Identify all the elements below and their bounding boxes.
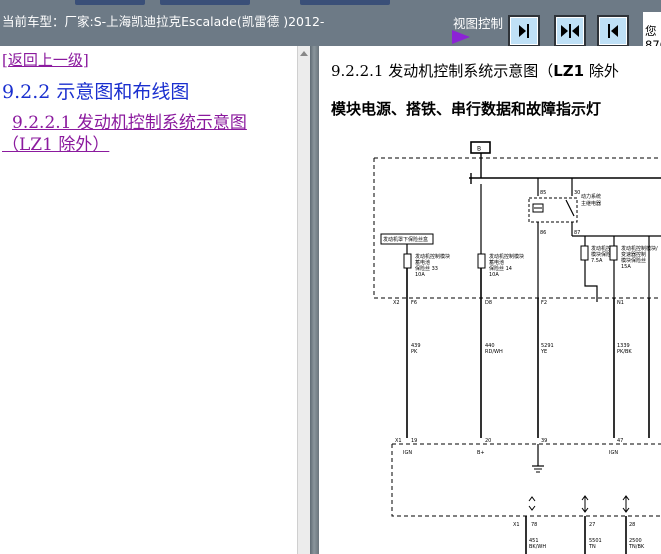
svg-text:蓄电池: 蓄电池 <box>415 259 430 266</box>
collapse-right-pane-button[interactable] <box>597 15 629 47</box>
svg-text:YE: YE <box>540 349 547 355</box>
relay-label-line1: 动力系统 <box>581 193 601 200</box>
svg-text:TN/BK: TN/BK <box>628 544 645 550</box>
svg-text:BK/WH: BK/WH <box>529 544 546 550</box>
document-title-prefix: 9.2.2.1 发动机控制系统示意图（ <box>331 62 554 80</box>
relay-pin-86: 86 <box>540 230 546 236</box>
svg-text:39: 39 <box>541 438 547 444</box>
section-title: 9.2.2 示意图和布线图 <box>2 81 190 103</box>
wiring-diagram: B 85 30 动力系统 主继电器 86 87 发动机罩下保险丝盒 发动机控制模… <box>373 141 661 554</box>
fuse-3 <box>580 245 589 261</box>
svg-text:PK: PK <box>411 349 418 355</box>
svg-text:TN: TN <box>588 544 596 550</box>
svg-text:D8: D8 <box>485 300 492 306</box>
arrow-bar-left-icon <box>608 24 618 38</box>
svg-text:27: 27 <box>589 522 595 528</box>
relay-label-line2: 主继电器 <box>581 200 601 207</box>
fuse-1 <box>403 253 412 269</box>
document-title-suffix: 除外 <box>584 62 619 80</box>
svg-text:蓄电池: 蓄电池 <box>489 259 504 266</box>
ecm-module-outline <box>391 443 661 517</box>
svg-text:15A: 15A <box>621 264 631 270</box>
top-tab[interactable] <box>75 0 145 5</box>
fuse-2 <box>477 253 486 269</box>
svg-text:19: 19 <box>411 438 417 444</box>
scroll-up-arrow-icon[interactable] <box>300 51 308 56</box>
svg-text:保险丝 14: 保险丝 14 <box>489 265 512 272</box>
battery-positive-label: B <box>477 146 481 153</box>
arrow-bar-right-icon <box>519 24 529 38</box>
svg-text:变速器控制: 变速器控制 <box>621 251 646 258</box>
split-both-panes-button[interactable] <box>554 15 586 47</box>
svg-text:20: 20 <box>485 438 491 444</box>
svg-text:28: 28 <box>629 522 635 528</box>
document-title: 9.2.2.1 发动机控制系统示意图（LZ1 除外 <box>331 60 619 81</box>
svg-text:发动机控制模块: 发动机控制模块 <box>415 253 450 260</box>
left-scrollbar[interactable] <box>297 46 310 554</box>
back-link[interactable]: [返回上一级] <box>2 49 89 70</box>
svg-text:78: 78 <box>531 522 537 528</box>
svg-text:保险丝 33: 保险丝 33 <box>415 265 438 272</box>
svg-text:IGN: IGN <box>609 450 618 456</box>
fuse-4 <box>609 245 618 261</box>
svg-text:7.5A: 7.5A <box>591 258 603 264</box>
user-info-line1: 您 <box>645 24 657 38</box>
svg-text:模块保险丝: 模块保险丝 <box>621 257 646 264</box>
svg-text:发动机控制模块: 发动机控制模块 <box>489 253 524 260</box>
svg-text:F6: F6 <box>411 300 417 306</box>
pane-splitter[interactable] <box>310 46 319 554</box>
connector-x2-label: X2 <box>393 300 400 306</box>
svg-text:47: 47 <box>617 438 623 444</box>
top-tab[interactable] <box>160 0 250 5</box>
collapse-left-pane-button[interactable] <box>508 15 540 47</box>
current-vehicle-label: 当前车型：厂家:S-上海凯迪拉克Escalade(凯雷德 )2012- <box>2 14 325 29</box>
fuse-box-label: 发动机罩下保险丝盒 <box>383 236 428 243</box>
svg-text:发动机控制模块/: 发动机控制模块/ <box>621 245 658 252</box>
svg-text:F2: F2 <box>541 300 547 306</box>
navigation-pane: [返回上一级] 9.2.2 示意图和布线图 9.2.2.1 发动机控制系统示意图… <box>0 46 297 554</box>
arrows-split-icon <box>561 24 579 38</box>
svg-text:10A: 10A <box>489 272 499 278</box>
subsection-link[interactable]: 9.2.2.1 发动机控制系统示意图（LZ1 除外） <box>2 112 292 156</box>
header-bar: 当前车型：厂家:S-上海凯迪拉克Escalade(凯雷德 )2012- 视图控制 <box>0 6 661 52</box>
connector-x1-label: X1 <box>395 438 402 444</box>
top-tab[interactable] <box>300 0 390 5</box>
lower-connector-label: X1 <box>513 522 520 528</box>
svg-text:10A: 10A <box>415 272 425 278</box>
svg-text:RD/WH: RD/WH <box>485 349 503 355</box>
play-arrow-icon <box>452 30 470 44</box>
svg-text:B+: B+ <box>477 450 485 456</box>
document-pane: 9.2.2.1 发动机控制系统示意图（LZ1 除外 模块电源、搭铁、串行数据和故… <box>319 46 661 554</box>
relay-pin-30: 30 <box>574 190 580 196</box>
svg-text:N1: N1 <box>617 300 624 306</box>
document-subtitle: 模块电源、搭铁、串行数据和故障指示灯 <box>331 100 602 118</box>
relay-pin-87: 87 <box>574 230 580 236</box>
relay-pin-85: 85 <box>540 190 546 196</box>
document-title-code: LZ1 <box>553 62 585 80</box>
svg-text:PK/BK: PK/BK <box>617 349 632 355</box>
svg-text:IGN: IGN <box>403 450 412 456</box>
